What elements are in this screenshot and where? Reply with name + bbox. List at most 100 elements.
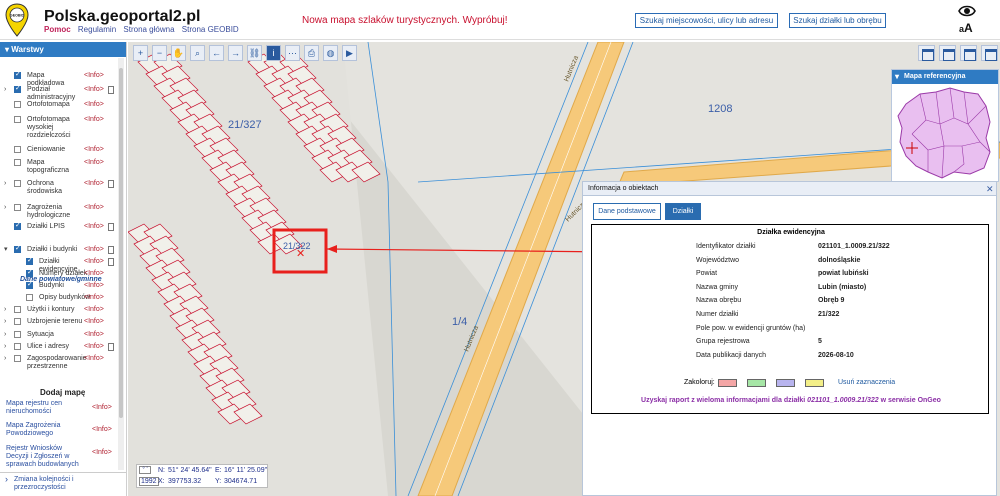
layer-checkbox[interactable]	[14, 343, 21, 350]
layer-label[interactable]: Zagrożenia hydrologiczne	[27, 204, 83, 220]
layers-header[interactable]: ▾ Warstwy	[0, 42, 126, 57]
layer-toggle-icon[interactable]: ›	[4, 204, 6, 212]
zoom-in-icon[interactable]: +	[133, 45, 148, 61]
layer-info-link[interactable]: <Info>	[84, 258, 104, 266]
layer-label[interactable]: Sytuacja	[27, 331, 83, 339]
color-swatch[interactable]	[718, 379, 737, 387]
back-arrow-icon[interactable]: ←	[209, 45, 224, 61]
layer-checkbox[interactable]	[26, 281, 33, 289]
layer-checkbox[interactable]	[26, 257, 33, 265]
layer-toggle-icon[interactable]: ▾	[4, 246, 8, 254]
geobid-link[interactable]: Strona GEOBID	[182, 25, 239, 34]
layer-info-link[interactable]: <Info>	[84, 204, 104, 212]
layout-left-icon[interactable]	[918, 45, 935, 61]
close-icon[interactable]: ✕	[986, 184, 994, 195]
font-size-toggle[interactable]: aA	[959, 21, 973, 35]
coord-system-toggle[interactable]: 1992	[139, 477, 159, 486]
layer-label[interactable]: Działki LPIS	[27, 223, 83, 231]
color-swatch[interactable]	[805, 379, 824, 387]
search-parcel-button[interactable]: Szukaj działki lub obrębu	[789, 13, 886, 28]
pan-hand-icon[interactable]: ✋	[171, 45, 186, 61]
layer-info-link[interactable]: <Info>	[84, 246, 104, 254]
home-link[interactable]: Strona główna	[123, 25, 174, 34]
poland-map-icon[interactable]	[892, 84, 998, 181]
add-map-info-link[interactable]: <Info>	[92, 449, 112, 456]
layout-full-icon[interactable]	[981, 45, 998, 61]
help-link[interactable]: Pomoc	[44, 25, 71, 34]
layer-legend-icon[interactable]	[108, 258, 114, 266]
layer-label[interactable]: Zagospodarowanie przestrzenne	[27, 355, 87, 371]
layer-toggle-icon[interactable]: ›	[4, 318, 6, 326]
layer-info-link[interactable]: <Info>	[84, 331, 104, 339]
layer-info-link[interactable]: <Info>	[84, 343, 104, 351]
search-place-button[interactable]: Szukaj miejscowości, ulicy lub adresu	[635, 13, 778, 28]
layer-toggle-icon[interactable]: ›	[4, 331, 6, 339]
layer-info-link[interactable]: <Info>	[84, 223, 104, 231]
coord-format-icon[interactable]: ° '	[139, 466, 151, 474]
layer-label[interactable]: Ortofotomapa wysokiej rozdzielczości	[27, 116, 83, 140]
layer-label[interactable]: Ulice i adresy	[27, 343, 83, 351]
video-icon[interactable]: ▶	[342, 45, 357, 61]
layer-toggle-icon[interactable]: ›	[4, 86, 6, 94]
layer-toggle-icon[interactable]: ›	[4, 343, 6, 351]
layer-info-link[interactable]: <Info>	[84, 180, 104, 188]
color-swatch[interactable]	[747, 379, 766, 387]
measure-icon[interactable]: ⋯	[285, 45, 300, 61]
add-map-link[interactable]: Rejestr Wniosków Decyzji i Zgłoszeń w sp…	[6, 445, 86, 469]
geobid-logo-icon[interactable]: GEOBID	[5, 3, 29, 37]
print-icon[interactable]: ⎙	[304, 45, 319, 61]
layer-checkbox[interactable]	[14, 331, 21, 338]
layer-info-link[interactable]: <Info>	[84, 282, 104, 290]
layer-info-link[interactable]: <Info>	[84, 72, 104, 80]
layer-label[interactable]: Ortofotomapa	[27, 101, 83, 109]
add-map-info-link[interactable]: <Info>	[92, 404, 112, 411]
layer-checkbox[interactable]	[14, 355, 21, 362]
layout-right-icon[interactable]	[960, 45, 977, 61]
layer-checkbox[interactable]	[14, 159, 21, 166]
layer-checkbox[interactable]	[14, 318, 21, 325]
layer-label[interactable]: Mapa topograficzna	[27, 159, 83, 175]
zoom-window-icon[interactable]: ⌕	[190, 45, 205, 61]
layer-info-link[interactable]: <Info>	[84, 306, 104, 314]
layer-checkbox[interactable]	[14, 101, 21, 108]
layer-checkbox[interactable]	[14, 204, 21, 211]
reference-map-header[interactable]: Mapa referencyjna	[892, 70, 998, 84]
layer-checkbox[interactable]	[14, 245, 21, 253]
rules-link[interactable]: Regulamin	[78, 25, 116, 34]
dane-powiatowe-label[interactable]: Dane powiatowe/gminne	[20, 276, 102, 283]
add-map-link[interactable]: Mapa Zagrożenia Powodziowego	[6, 422, 86, 438]
clear-selection-link[interactable]: Usuń zaznaczenia	[838, 379, 895, 386]
promo-link[interactable]: Nowa mapa szlaków turystycznych. Wypróbu…	[302, 15, 508, 26]
layer-label[interactable]: Użytki i kontury	[27, 306, 83, 314]
color-swatch[interactable]	[776, 379, 795, 387]
layout-center-icon[interactable]	[939, 45, 956, 61]
layer-info-link[interactable]: <Info>	[84, 101, 104, 109]
layer-info-link[interactable]: <Info>	[84, 146, 104, 154]
layer-legend-icon[interactable]	[108, 180, 114, 188]
layer-label[interactable]: Cieniowanie	[27, 146, 83, 154]
layer-info-link[interactable]: <Info>	[84, 159, 104, 167]
forward-arrow-icon[interactable]: →	[228, 45, 243, 61]
layer-info-link[interactable]: <Info>	[84, 86, 104, 94]
zoom-out-icon[interactable]: −	[152, 45, 167, 61]
layer-toggle-icon[interactable]: ›	[4, 180, 6, 188]
tab-basic-data[interactable]: Dane podstawowe	[593, 203, 661, 220]
layer-checkbox[interactable]	[26, 294, 33, 301]
layer-legend-icon[interactable]	[108, 343, 114, 351]
layer-checkbox[interactable]	[14, 85, 21, 93]
info-icon[interactable]: i	[266, 45, 281, 61]
tab-parcels[interactable]: Działki	[665, 203, 701, 220]
layer-legend-icon[interactable]	[108, 86, 114, 94]
layer-order-link[interactable]: Zmiana kolejności i przezroczystości	[0, 472, 126, 496]
layer-checkbox[interactable]	[14, 71, 21, 79]
layer-label[interactable]: Uzbrojenie terenu	[27, 318, 83, 326]
layer-label[interactable]: Ochrona środowiska	[27, 180, 83, 196]
layer-info-link[interactable]: <Info>	[84, 116, 104, 124]
layer-checkbox[interactable]	[14, 222, 21, 230]
eye-icon[interactable]	[958, 4, 976, 18]
layer-legend-icon[interactable]	[108, 223, 114, 231]
layer-toggle-icon[interactable]: ›	[4, 306, 6, 314]
layer-checkbox[interactable]	[14, 116, 21, 123]
ongeo-report-link[interactable]: Uzyskaj raport z wieloma informacjami dl…	[592, 397, 990, 404]
site-title[interactable]: Polska.geoportal2.pl	[44, 8, 200, 26]
